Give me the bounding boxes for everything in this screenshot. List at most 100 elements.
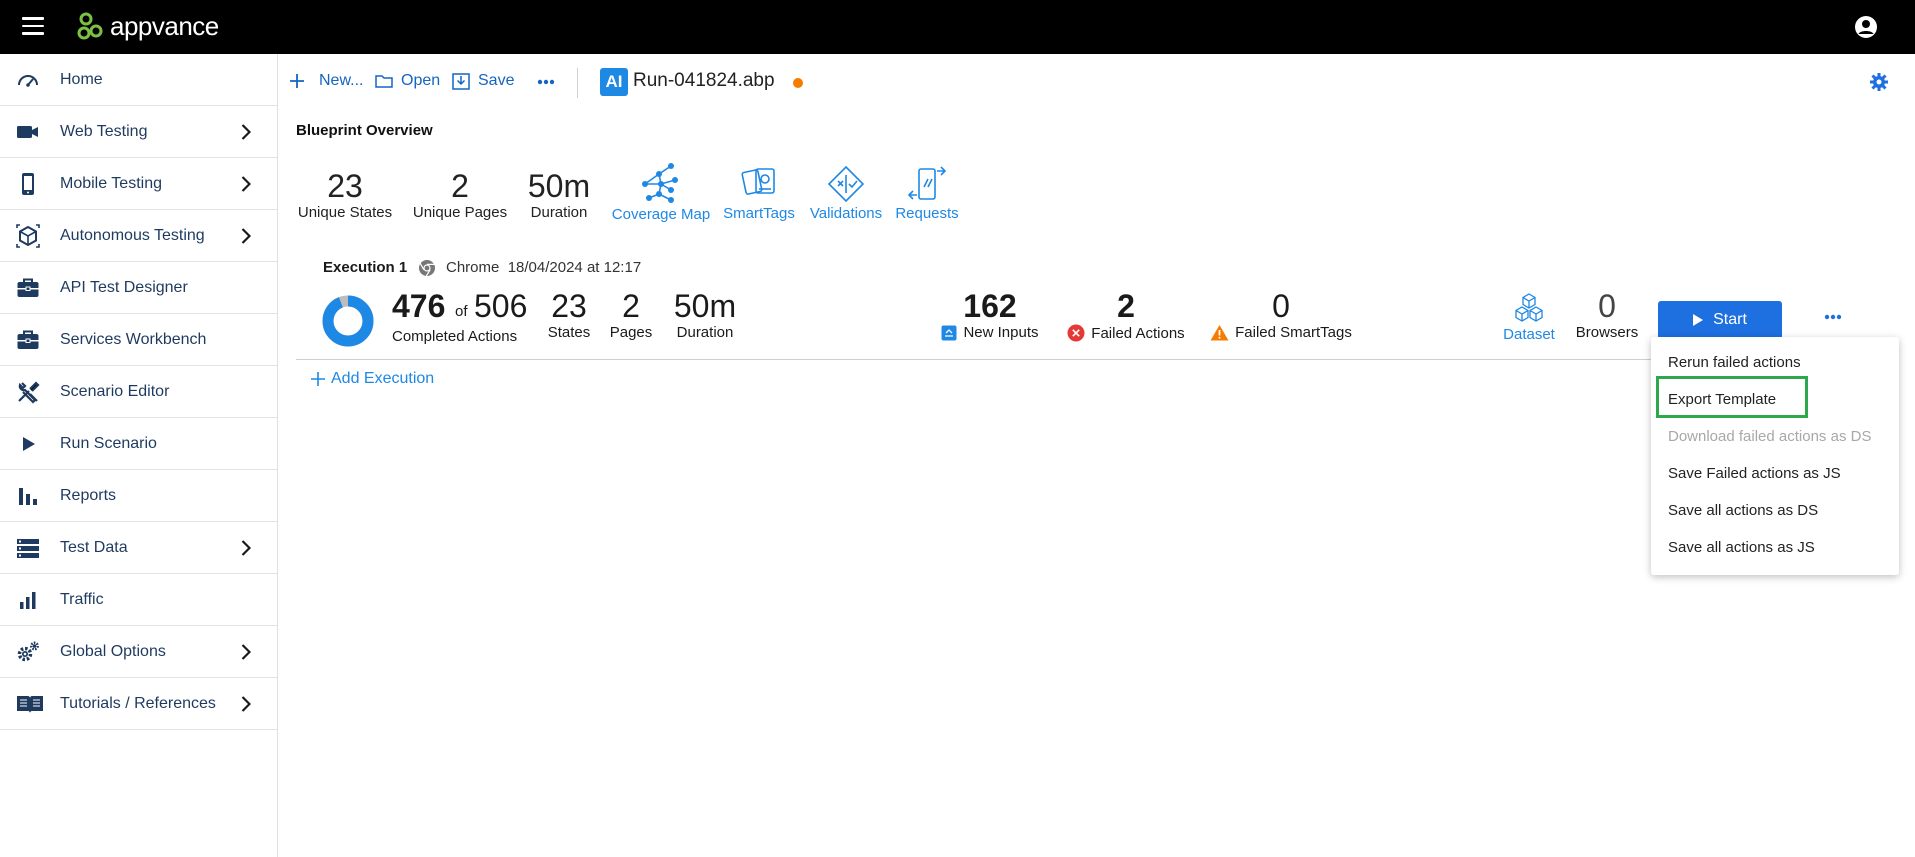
- user-account-icon[interactable]: [1854, 15, 1878, 39]
- chevron-right-icon: [241, 227, 252, 245]
- add-execution-label: Add Execution: [331, 370, 435, 387]
- sidebar-item-web-testing[interactable]: Web Testing: [0, 106, 277, 158]
- sidebar-item-label: Traffic: [60, 590, 104, 608]
- coverage-map-link[interactable]: Coverage Map: [608, 160, 714, 223]
- execution-more-options-icon[interactable]: [1824, 314, 1842, 320]
- requests-label: Requests: [895, 205, 959, 222]
- plus-icon: [290, 74, 304, 88]
- book-icon: [16, 692, 43, 716]
- unsaved-indicator: [793, 78, 803, 88]
- completion-donut-fill: [322, 295, 374, 347]
- ai-badge: AI: [600, 68, 628, 96]
- settings-gear-icon[interactable]: [1869, 72, 1889, 92]
- smarttags-link[interactable]: SmartTags: [717, 165, 801, 222]
- sidebar-item-scenario-editor[interactable]: Scenario Editor: [0, 366, 277, 418]
- validations-label: Validations: [809, 205, 883, 222]
- smarttags-icon: [741, 168, 775, 195]
- dataset-link[interactable]: Dataset: [1496, 292, 1562, 343]
- states-stat: 23 States: [546, 288, 592, 341]
- coverage-map-icon: [642, 163, 678, 203]
- appvance-logo[interactable]: appvance: [76, 10, 219, 42]
- browsers-stat: 0 Browsers: [1570, 288, 1644, 341]
- menu-item-save-all-actions-js[interactable]: Save all actions as JS: [1668, 539, 1815, 556]
- sidebar-item-api-test-designer[interactable]: API Test Designer: [0, 262, 277, 314]
- requests-link[interactable]: Requests: [890, 165, 964, 222]
- sidebar-item-run-scenario[interactable]: Run Scenario: [0, 418, 277, 470]
- execution-datetime: 18/04/2024 at 12:17: [507, 259, 642, 276]
- of-text: of: [455, 303, 468, 320]
- sidebar-item-traffic[interactable]: Traffic: [0, 574, 277, 626]
- brand-name: appvance: [110, 10, 219, 41]
- execution-browser-info: Chrome 18/04/2024 at 12:17: [446, 259, 641, 276]
- exec-duration-value: 50m: [673, 288, 737, 324]
- duration-label: Duration: [530, 204, 588, 221]
- bar-chart-icon: [16, 484, 40, 508]
- sidebar-item-label: Tutorials / References: [60, 694, 216, 712]
- pages-value: 2: [622, 288, 640, 324]
- pages-label: Pages: [609, 324, 653, 341]
- execution-title: Execution 1: [323, 259, 408, 276]
- exec-duration-label: Duration: [676, 324, 734, 341]
- coverage-map-label: Coverage Map: [611, 206, 711, 223]
- sidebar-item-reports[interactable]: Reports: [0, 470, 277, 522]
- validations-link[interactable]: Validations: [803, 165, 889, 222]
- open-button-label: Open: [401, 72, 441, 89]
- new-inputs-stat[interactable]: 162 New Inputs: [932, 288, 1048, 341]
- sidebar-item-test-data[interactable]: Test Data: [0, 522, 277, 574]
- exec-duration-stat: 50m Duration: [668, 288, 742, 341]
- sidebar-item-label: Autonomous Testing: [60, 226, 205, 244]
- save-button-label: Save: [478, 72, 515, 89]
- mobile-phone-icon: [16, 172, 40, 196]
- duration-value: 50m: [527, 168, 591, 204]
- sidebar-item-global-options[interactable]: Global Options: [0, 626, 277, 678]
- save-button[interactable]: Save: [452, 72, 514, 90]
- sidebar-item-label: Services Workbench: [60, 330, 207, 348]
- completed-actions-label: Completed Actions: [392, 328, 518, 345]
- appvance-logo-icon: [77, 12, 103, 40]
- new-button[interactable]: New...: [289, 72, 363, 90]
- sidebar-item-label: Global Options: [60, 642, 166, 660]
- video-camera-icon: [16, 120, 40, 144]
- tools-icon: [16, 380, 40, 404]
- error-icon: [1067, 324, 1085, 342]
- sidebar-item-label: Reports: [60, 486, 117, 504]
- play-icon: [16, 432, 40, 456]
- browser-name: Chrome: [446, 259, 500, 276]
- toolbar: New... Open Save AI Run-041824.abp: [279, 54, 1915, 110]
- chevron-right-icon: [241, 695, 252, 713]
- briefcase-icon: [16, 328, 40, 352]
- new-inputs-label: New Inputs: [963, 324, 1039, 341]
- browsers-value: 0: [1598, 288, 1616, 324]
- start-button[interactable]: Start: [1658, 301, 1782, 339]
- total-actions-value: 506: [474, 288, 528, 324]
- failed-smarttags-value: 0: [1272, 288, 1290, 324]
- execution-options-menu: Rerun failed actions Export Template Dow…: [1651, 337, 1899, 575]
- sidebar-item-services-workbench[interactable]: Services Workbench: [0, 314, 277, 366]
- sidebar-item-label: Run Scenario: [60, 434, 157, 452]
- failed-smarttags-stat[interactable]: 0 Failed SmartTags: [1202, 288, 1360, 341]
- smarttags-label: SmartTags: [723, 205, 795, 222]
- menu-item-rerun-failed-actions[interactable]: Rerun failed actions: [1668, 354, 1801, 371]
- unique-pages-value: 2: [451, 168, 469, 204]
- pages-stat: 2 Pages: [606, 288, 656, 341]
- hamburger-menu-icon[interactable]: [22, 17, 44, 35]
- new-inputs-icon: [941, 325, 957, 340]
- signal-bars-icon: [16, 588, 40, 612]
- open-button[interactable]: Open: [375, 72, 440, 90]
- sidebar-item-autonomous-testing[interactable]: Autonomous Testing: [0, 210, 277, 262]
- toolbar-divider: [577, 68, 578, 98]
- sidebar-item-mobile-testing[interactable]: Mobile Testing: [0, 158, 277, 210]
- sidebar-item-tutorials-references[interactable]: Tutorials / References: [0, 678, 277, 730]
- failed-actions-stat[interactable]: 2 Failed Actions: [1060, 288, 1192, 342]
- add-execution-button[interactable]: Add Execution: [311, 370, 434, 388]
- failed-actions-label: Failed Actions: [1091, 324, 1185, 342]
- unique-pages-label: Unique Pages: [412, 204, 508, 221]
- menu-item-save-all-actions-ds[interactable]: Save all actions as DS: [1668, 502, 1818, 519]
- chrome-icon: [419, 260, 435, 277]
- chevron-right-icon: [241, 175, 252, 193]
- sidebar-item-home[interactable]: Home: [0, 54, 277, 106]
- menu-item-export-template[interactable]: Export Template: [1668, 391, 1776, 408]
- chevron-right-icon: [241, 539, 252, 557]
- menu-item-save-failed-actions-js[interactable]: Save Failed actions as JS: [1668, 465, 1841, 482]
- more-options-icon[interactable]: [537, 79, 555, 85]
